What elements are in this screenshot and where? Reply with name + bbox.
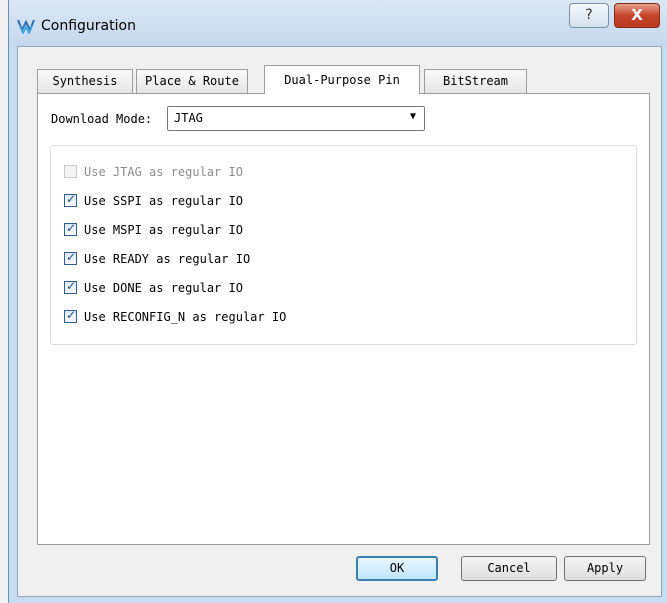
checkmark-icon: ✓ <box>66 192 77 206</box>
dialog-body: Synthesis Place & Route Dual-Purpose Pin… <box>17 46 662 597</box>
checkbox-sspi[interactable]: ✓ <box>64 192 77 207</box>
background-strip <box>0 0 8 603</box>
configuration-dialog: Configuration ? X Synthesis Place & Rout… <box>8 0 667 603</box>
cancel-button[interactable]: Cancel <box>461 556 557 581</box>
chevron-down-icon: ▼ <box>409 111 416 122</box>
title-bar[interactable]: Configuration ? X <box>9 0 667 46</box>
option-label: Use MSPI as regular IO <box>84 223 243 237</box>
ok-button[interactable]: OK <box>356 556 438 581</box>
option-label: Use DONE as regular IO <box>84 281 243 295</box>
tab-synthesis[interactable]: Synthesis <box>37 69 133 93</box>
download-mode-label: Download Mode: <box>51 112 153 126</box>
option-label: Use JTAG as regular IO <box>84 165 243 179</box>
tab-bitstream[interactable]: BitStream <box>424 69 527 93</box>
help-button[interactable]: ? <box>569 3 609 28</box>
option-label: Use SSPI as regular IO <box>84 194 243 208</box>
option-label: Use READY as regular IO <box>84 252 251 266</box>
app-logo-icon <box>17 19 35 34</box>
download-mode-select[interactable]: JTAG ▼ <box>167 106 425 131</box>
checkbox-reconfig-n[interactable]: ✓ <box>64 308 77 323</box>
checkbox-ready[interactable]: ✓ <box>64 250 77 265</box>
tab-place-route[interactable]: Place & Route <box>136 69 248 93</box>
window-title: Configuration <box>41 18 136 34</box>
checkmark-icon: ✓ <box>66 250 77 264</box>
checkmark-icon: ✓ <box>66 221 77 235</box>
checkbox-done[interactable]: ✓ <box>64 279 77 294</box>
checkbox-jtag[interactable] <box>64 165 77 178</box>
close-button[interactable]: X <box>614 3 660 28</box>
apply-button[interactable]: Apply <box>564 556 646 581</box>
checkmark-icon: ✓ <box>66 279 77 293</box>
download-mode-value: JTAG <box>174 111 203 125</box>
tab-dual-purpose-pin[interactable]: Dual-Purpose Pin <box>264 65 420 94</box>
checkmark-icon: ✓ <box>66 308 77 322</box>
tab-panel-dual-purpose-pin: Download Mode: JTAG ▼ Use JTAG as regula… <box>37 93 650 545</box>
checkbox-mspi[interactable]: ✓ <box>64 221 77 236</box>
option-label: Use RECONFIG_N as regular IO <box>84 310 287 324</box>
regular-io-options-group: Use JTAG as regular IO ✓ Use SSPI as reg… <box>50 145 637 345</box>
